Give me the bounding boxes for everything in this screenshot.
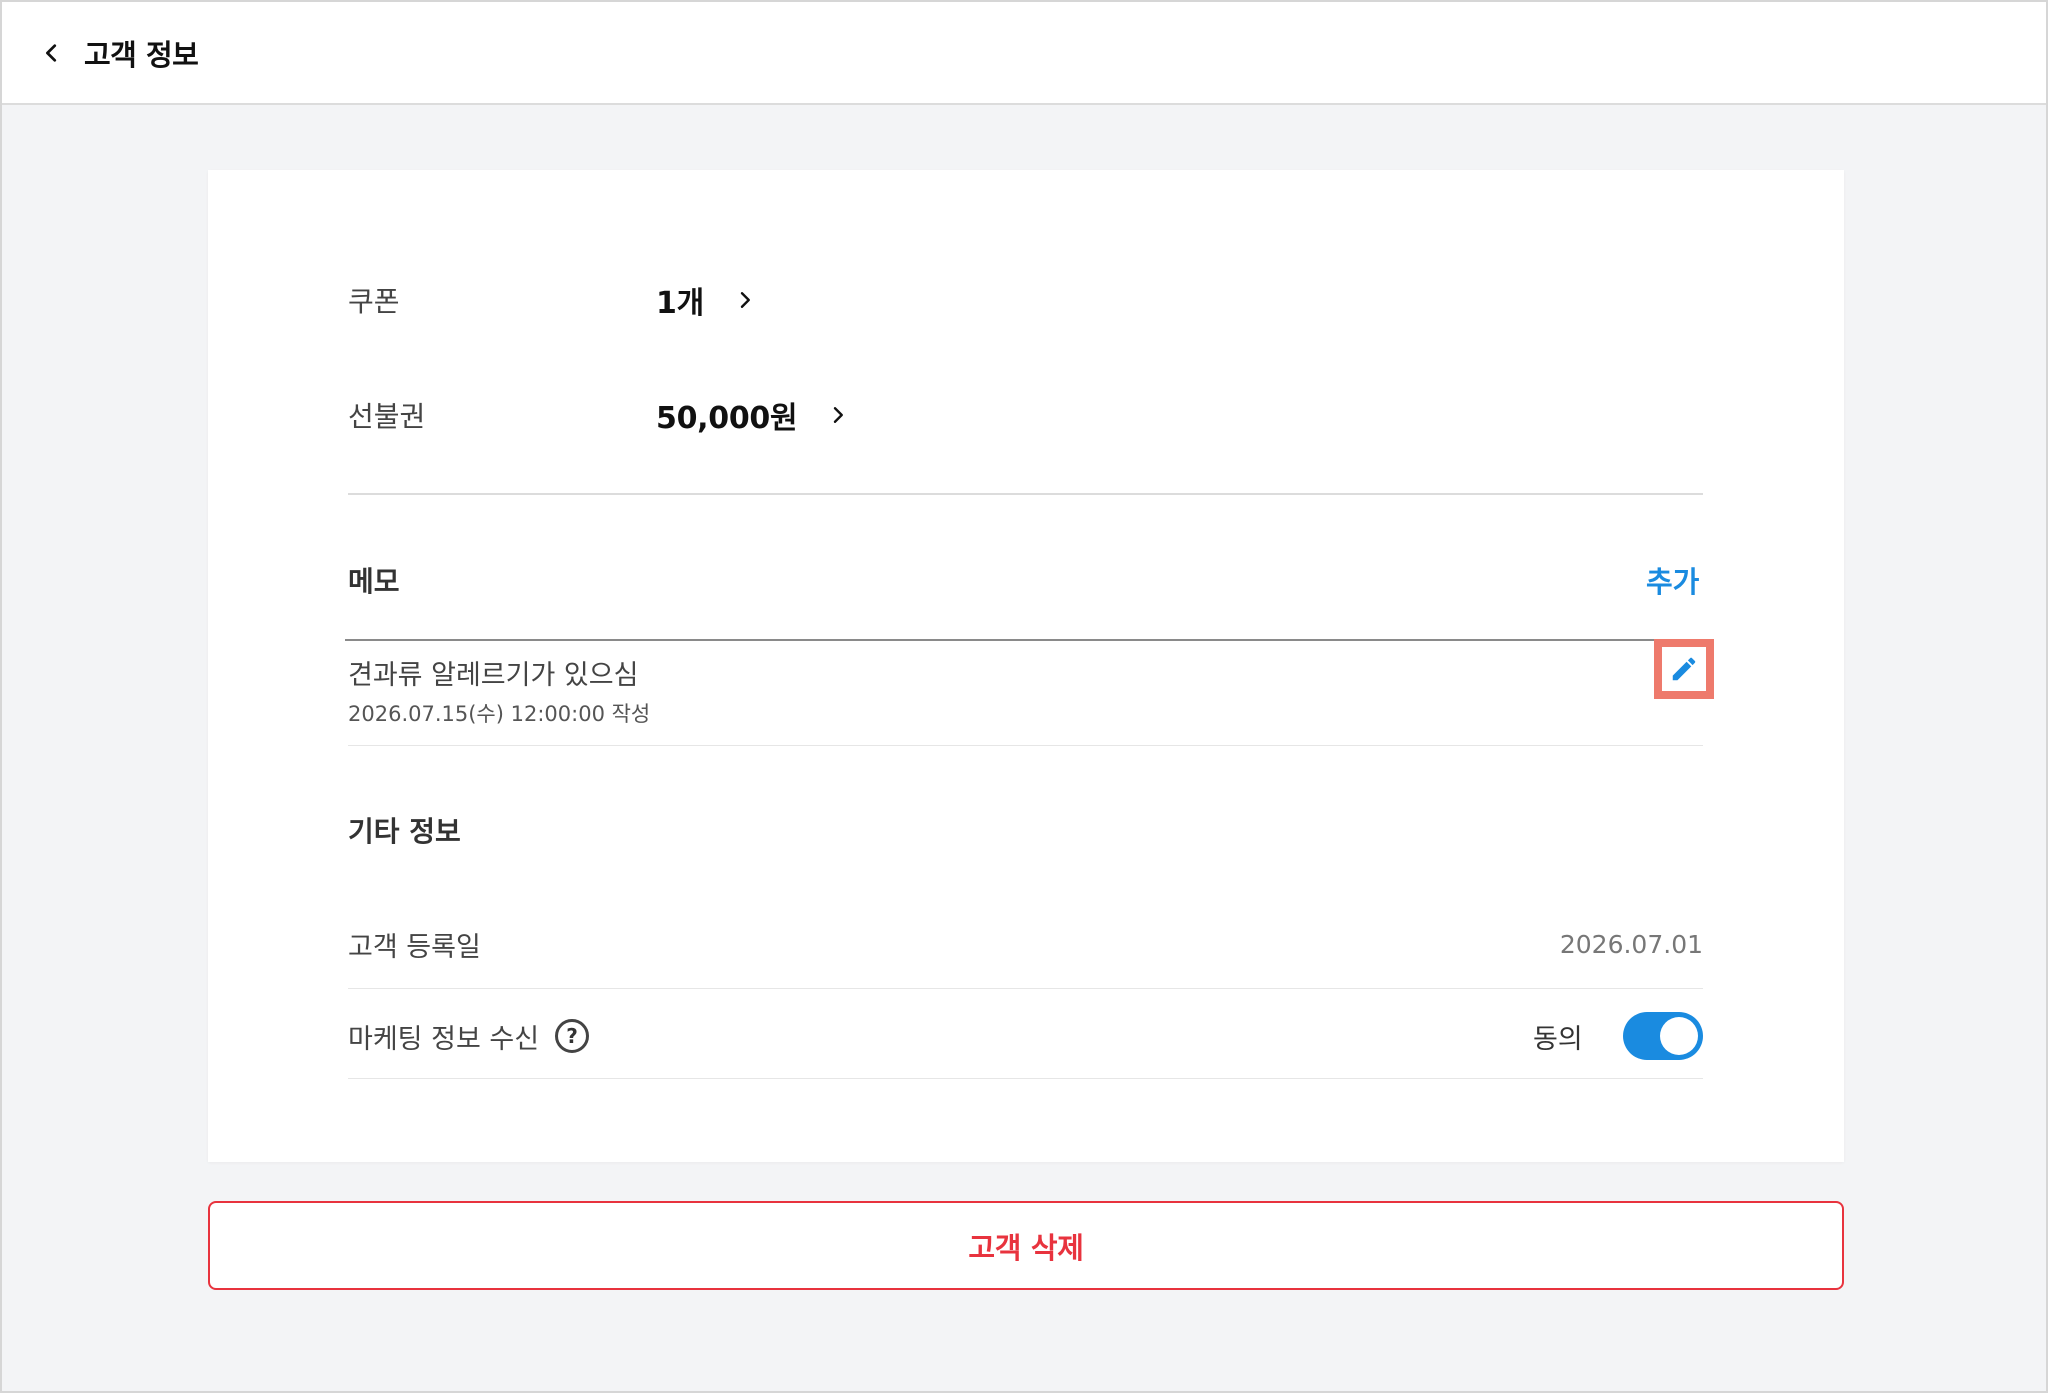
delete-customer-button[interactable]: 고객 삭제 [208,1201,1844,1290]
memo-add-wrap: 추가 [1646,558,1699,602]
section-divider [348,493,1703,495]
coupon-label: 쿠폰 [348,285,400,318]
other-info-title: 기타 정보 [348,815,461,848]
marketing-row: 마케팅 정보 수신 ? [348,1010,590,1062]
registered-row: 고객 등록일 [348,922,481,966]
marketing-divider [348,1078,1703,1079]
coupon-chevron-button[interactable] [734,289,756,311]
coupon-row: 쿠폰 1개 [348,276,756,324]
memo-title: 메모 [348,565,400,598]
prepaid-row: 선불권 50,000원 [348,390,849,440]
memo-item-text: 견과류 알레르기가 있으심 [348,659,639,691]
prepaid-label: 선불권 [348,400,426,433]
customer-info-card: 쿠폰 1개 선불권 50,000원 메모 추가 견과류 알레르기가 있으심 20… [208,170,1844,1162]
back-button[interactable] [32,33,72,73]
marketing-status-wrap: 동의 [1533,1010,1583,1062]
prepaid-value[interactable]: 50,000원 [656,393,798,437]
memo-add-button[interactable]: 추가 [1646,559,1699,601]
registered-value: 2026.07.01 [1559,929,1703,959]
toggle-knob [1660,1017,1698,1055]
coupon-value[interactable]: 1개 [656,278,704,322]
registered-value-wrap: 2026.07.01 [1560,922,1703,966]
memo-item-date: 2026.07.15(수) 12:00:00 작성 [348,702,651,726]
memo-edit-button[interactable] [1654,639,1714,699]
memo-item: 견과류 알레르기가 있으심 [348,652,638,692]
page-title: 고객 정보 [84,37,199,72]
pencil-icon [1672,657,1696,681]
prepaid-chevron-button[interactable] [827,404,849,426]
help-question-icon[interactable]: ? [555,1019,590,1053]
delete-customer-label: 고객 삭제 [968,1230,1084,1265]
app-frame: 고객 정보 쿠폰 1개 선불권 50,000원 메모 추가 견과류 알레르기가 … [0,0,2048,1393]
marketing-toggle[interactable] [1623,1012,1703,1060]
other-info-header: 기타 정보 [348,808,461,852]
memo-divider [345,639,1706,641]
registered-label: 고객 등록일 [348,931,481,963]
marketing-status-label: 동의 [1533,1023,1583,1055]
memo-edit-inner [1662,647,1706,691]
registered-divider [348,988,1703,989]
chevron-right-icon [834,407,844,423]
top-bar: 고객 정보 [2,2,2046,105]
memo-header: 메모 [348,558,400,602]
memo-item-divider [348,745,1703,746]
marketing-label: 마케팅 정보 수신 [348,1023,540,1055]
chevron-left-icon [46,43,57,62]
chevron-right-icon [740,292,750,308]
memo-item-meta: 2026.07.15(수) 12:00:00 작성 [348,698,650,728]
